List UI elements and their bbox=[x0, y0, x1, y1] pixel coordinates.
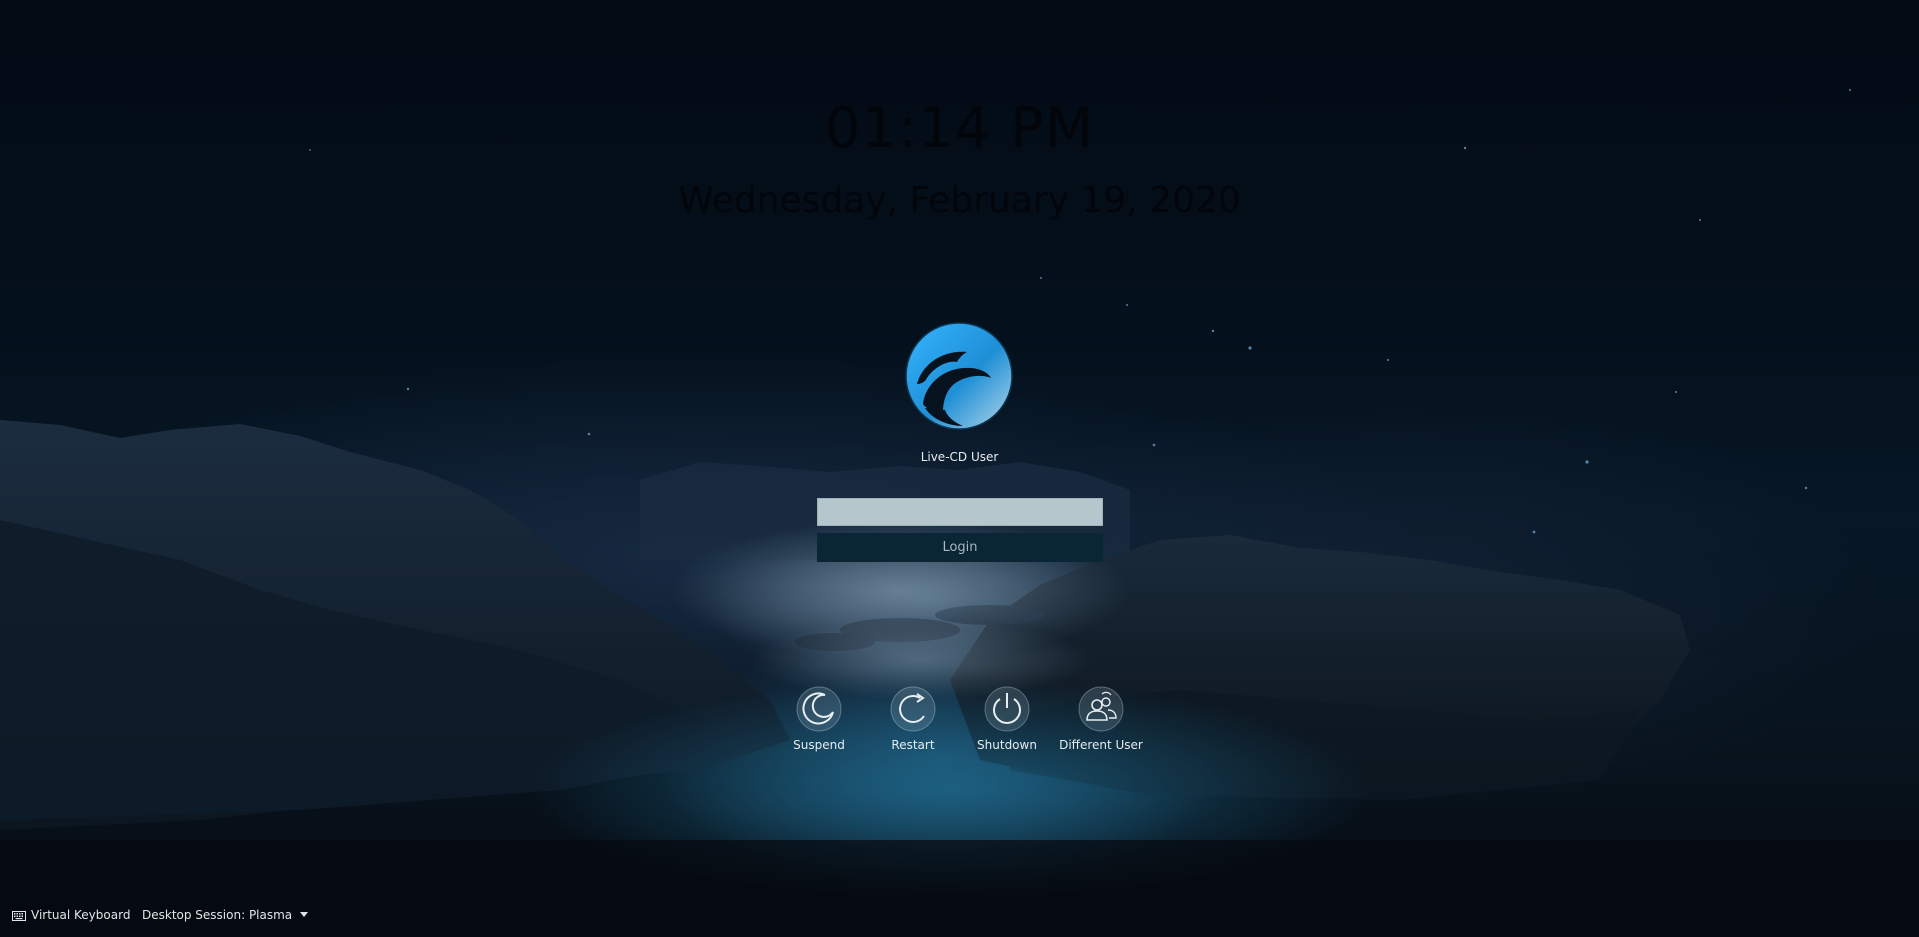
desktop-session-dropdown[interactable]: Desktop Session: Plasma bbox=[142, 908, 309, 922]
desktop-session-label: Desktop Session: Plasma bbox=[142, 908, 293, 922]
username-label: Live-CD User bbox=[920, 450, 999, 464]
virtual-keyboard-label: Virtual Keyboard bbox=[31, 908, 131, 922]
clock-date: Wednesday, February 19, 2020 bbox=[678, 180, 1241, 221]
shutdown-label: Shutdown bbox=[977, 738, 1037, 752]
shutdown-icon bbox=[984, 686, 1030, 732]
password-input[interactable] bbox=[817, 498, 1103, 526]
restart-label: Restart bbox=[891, 738, 935, 752]
restart-icon bbox=[890, 686, 936, 732]
different-user-button[interactable]: Different User bbox=[1051, 686, 1151, 752]
chevron-down-icon bbox=[300, 912, 309, 917]
different-user-icon bbox=[1078, 686, 1124, 732]
suspend-icon bbox=[796, 686, 842, 732]
clock-time: 01:14 PM bbox=[824, 96, 1095, 161]
login-button[interactable]: Login bbox=[817, 533, 1103, 562]
different-user-label: Different User bbox=[1059, 738, 1143, 752]
shutdown-button[interactable]: Shutdown bbox=[957, 686, 1057, 752]
bottom-bar: Virtual Keyboard Desktop Session: Plasma bbox=[0, 906, 1919, 928]
keyboard-icon bbox=[12, 911, 26, 921]
suspend-label: Suspend bbox=[793, 738, 845, 752]
user-avatar[interactable] bbox=[905, 322, 1013, 430]
login-screen: 01:14 PM Wednesday, February 19, 2020 Li… bbox=[0, 0, 1919, 937]
user-avatar-logo-icon bbox=[905, 322, 1013, 430]
virtual-keyboard-button[interactable]: Virtual Keyboard bbox=[12, 908, 130, 922]
suspend-button[interactable]: Suspend bbox=[769, 686, 869, 752]
restart-button[interactable]: Restart bbox=[863, 686, 963, 752]
power-actions: Suspend Restart Shutdown Different User bbox=[0, 686, 1919, 756]
